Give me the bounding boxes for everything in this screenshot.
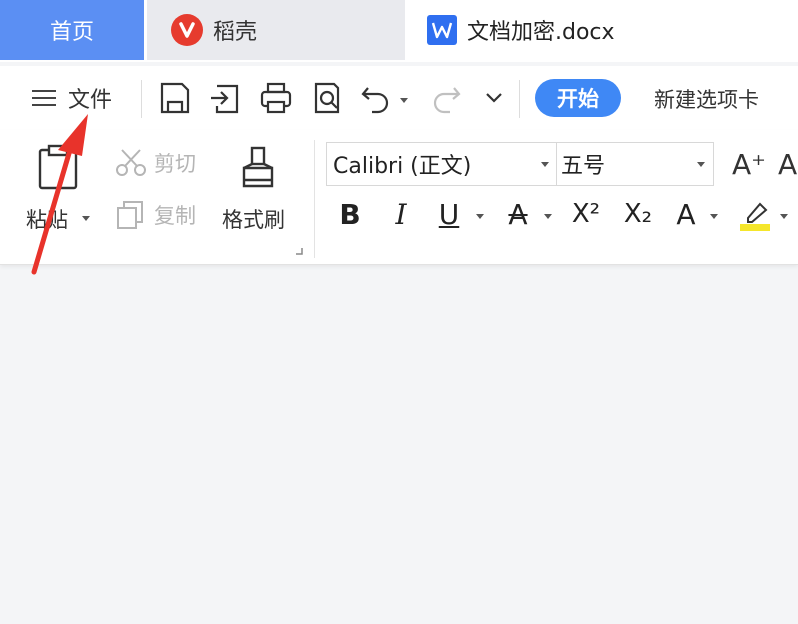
tab-daoke[interactable]: 稻壳 xyxy=(147,0,405,60)
font-size-select[interactable]: 五号 xyxy=(561,143,605,185)
quick-access-toolbar: 文件 开始 新建选项卡 xyxy=(0,66,798,130)
text-effect-button[interactable]: A xyxy=(672,192,700,236)
tab-document[interactable]: 文档加密.docx xyxy=(405,0,798,60)
font-selector: Calibri (正文) 五号 xyxy=(326,142,714,186)
tab-home[interactable]: 首页 xyxy=(0,0,144,60)
strikethrough-dropdown-icon[interactable] xyxy=(544,214,552,219)
font-name-select[interactable]: Calibri (正文) xyxy=(333,143,471,185)
start-tab-button[interactable]: 开始 xyxy=(535,79,621,117)
font-name-dropdown-icon[interactable] xyxy=(541,162,549,167)
tab-document-label: 文档加密.docx xyxy=(467,20,615,45)
format-painter-label: 格式刷 xyxy=(222,208,285,232)
ribbon-home: 粘贴 剪切 复制 格式刷 Calibri (正文) 五号 A⁺ A B I U … xyxy=(0,130,798,265)
copy-label: 复制 xyxy=(154,204,196,228)
tab-daoke-label: 稻壳 xyxy=(213,20,258,45)
word-doc-icon xyxy=(427,15,457,45)
daoke-logo-icon xyxy=(171,14,203,46)
tab-bar: 首页 稻壳 文档加密.docx xyxy=(0,0,798,62)
bold-button[interactable]: B xyxy=(336,192,364,236)
file-menu-button[interactable]: 文件 xyxy=(30,80,112,116)
scissors-icon xyxy=(116,149,146,176)
paste-button[interactable]: 粘贴 xyxy=(26,204,68,234)
separator xyxy=(519,80,520,118)
underline-dropdown-icon[interactable] xyxy=(476,214,484,219)
underline-button[interactable]: U xyxy=(434,192,464,236)
text-effect-dropdown-icon[interactable] xyxy=(710,214,718,219)
copy-icon xyxy=(117,201,143,229)
italic-button[interactable]: I xyxy=(388,192,414,236)
font-box-divider xyxy=(556,143,557,185)
paste-icon[interactable] xyxy=(36,144,82,192)
clipboard-dialog-launcher-icon[interactable] xyxy=(294,246,304,256)
grow-font-button[interactable]: A⁺ xyxy=(732,144,766,184)
paste-dropdown-icon[interactable] xyxy=(82,216,90,221)
export-pdf-icon[interactable] xyxy=(209,80,243,116)
print-icon[interactable] xyxy=(258,80,294,116)
superscript-button[interactable]: X² xyxy=(566,192,606,236)
shrink-font-button-partial[interactable]: A xyxy=(778,144,797,184)
hamburger-icon xyxy=(32,90,56,106)
undo-icon[interactable] xyxy=(360,80,392,116)
print-preview-icon[interactable] xyxy=(310,80,344,116)
format-painter-icon[interactable] xyxy=(236,146,280,196)
copy-button[interactable]: 复制 xyxy=(114,200,196,230)
cut-button[interactable]: 剪切 xyxy=(114,148,196,178)
cut-label: 剪切 xyxy=(154,152,196,176)
font-size-dropdown-icon[interactable] xyxy=(697,162,705,167)
group-separator xyxy=(314,140,315,258)
undo-dropdown-icon[interactable] xyxy=(400,98,408,103)
chevron-down-icon[interactable] xyxy=(484,80,504,116)
separator xyxy=(141,80,142,118)
format-painter-button[interactable]: 格式刷 xyxy=(222,204,285,234)
save-icon[interactable] xyxy=(158,80,192,116)
file-menu-label: 文件 xyxy=(68,88,113,113)
highlighter-icon[interactable] xyxy=(738,198,772,234)
redo-icon[interactable] xyxy=(430,80,462,116)
highlighter-dropdown-icon[interactable] xyxy=(780,214,788,219)
new-tab-button[interactable]: 新建选项卡 xyxy=(654,80,759,118)
paste-label: 粘贴 xyxy=(26,208,68,232)
strikethrough-button[interactable]: A xyxy=(504,192,532,236)
subscript-button[interactable]: X₂ xyxy=(618,192,658,236)
